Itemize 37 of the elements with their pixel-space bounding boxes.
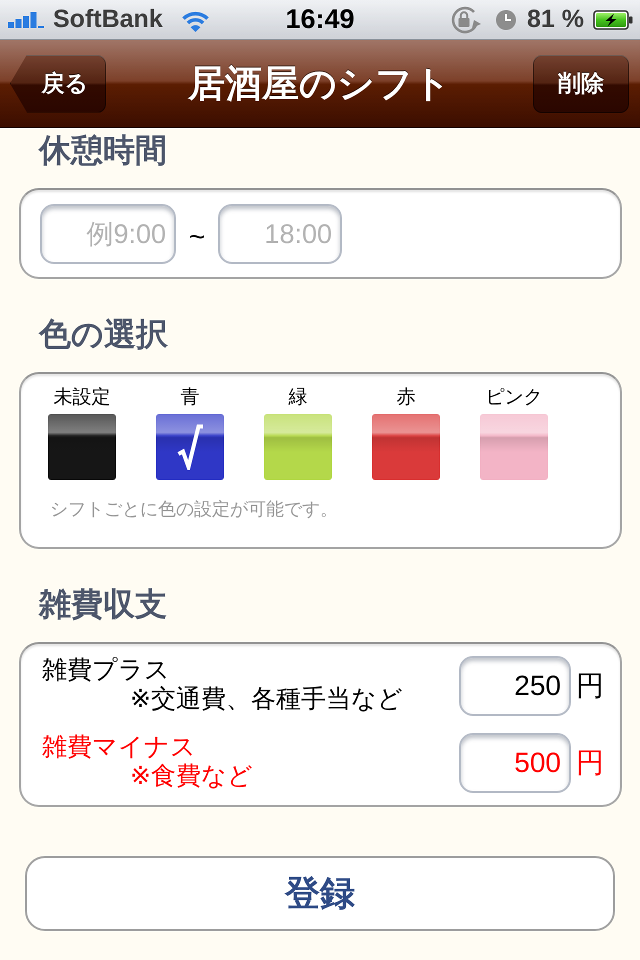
color-swatch[interactable] [480, 414, 548, 480]
section-heading: 雑費収支 [39, 585, 168, 624]
battery-percent: 81 % [527, 5, 584, 34]
end-time-field[interactable]: 18:00 [218, 204, 342, 264]
carrier-name: SoftBank [53, 5, 163, 34]
amount-field[interactable]: 250 [459, 656, 571, 716]
screen-title: 居酒屋のシフト [188, 62, 451, 106]
register-button[interactable]: 登録 [25, 856, 615, 931]
expense-note: ※交通費、各種手当など [130, 685, 404, 714]
color-label: ピンク [486, 387, 542, 409]
battery-charging-icon [593, 10, 633, 30]
amount-field[interactable]: 500 [459, 733, 571, 793]
section-heading: 休憩時間 [39, 131, 168, 170]
expense-note: ※食費など [130, 762, 254, 791]
delete-button[interactable]: 削除 [533, 54, 629, 112]
currency-unit: 円 [576, 746, 604, 780]
start-time-field[interactable]: 例9:00 [40, 204, 176, 264]
currency-unit: 円 [576, 669, 604, 703]
section-heading: 色の選択 [39, 315, 169, 354]
clock-time: 16:49 [285, 4, 355, 35]
color-label: 青 [180, 387, 200, 409]
range-separator: ~ [188, 220, 206, 253]
hint-text: シフトごとに色の設定が可能です。 [50, 498, 339, 520]
alarm-clock-icon [496, 10, 516, 30]
color-swatch[interactable] [264, 414, 332, 480]
rotation-lock-icon [449, 4, 484, 34]
color-label: 未設定 [54, 387, 110, 409]
back-button[interactable]: 戻る [10, 54, 106, 112]
color-label: 緑 [288, 387, 308, 409]
expense-label: 雑費プラス [42, 656, 171, 685]
color-swatch[interactable] [48, 414, 116, 480]
color-swatch[interactable] [156, 414, 224, 480]
color-label: 赤 [396, 387, 416, 409]
checkmark-icon [177, 424, 203, 470]
expense-label: 雑費マイナス [42, 733, 197, 762]
color-swatch[interactable] [372, 414, 440, 480]
signal-icon [8, 11, 46, 28]
